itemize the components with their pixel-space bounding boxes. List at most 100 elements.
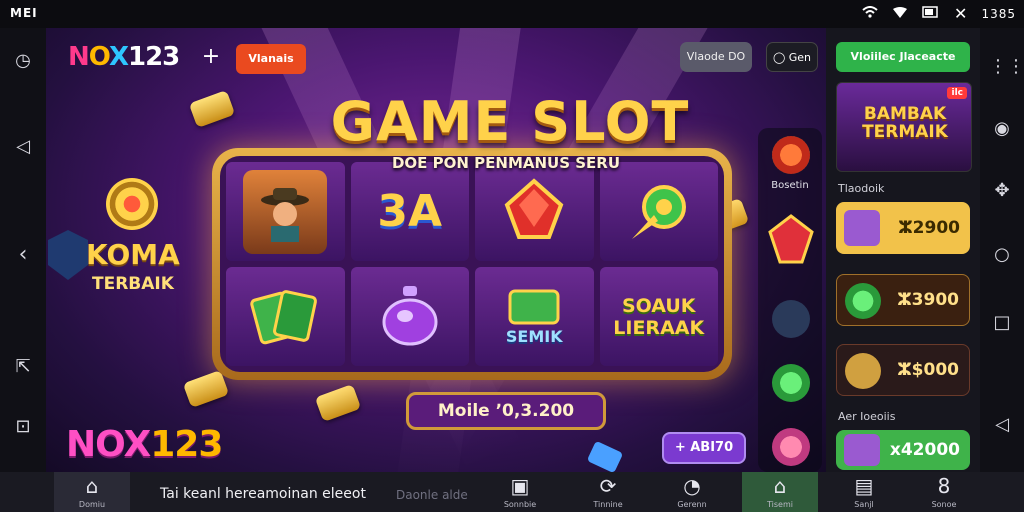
news-ticker: Tai keanl hereamoinan eleeot bbox=[160, 486, 366, 502]
nav-item-home[interactable]: ⌂ Domiu bbox=[54, 472, 130, 512]
fish-icon[interactable] bbox=[772, 300, 810, 338]
add-credit-button[interactable]: + ABI70 bbox=[662, 432, 746, 464]
balance-display: Moile ʼ0,3.200 bbox=[406, 392, 606, 430]
gold-coin bbox=[188, 89, 236, 129]
status-right-icons: ✕ 1385 bbox=[862, 4, 1016, 23]
nav-label: Tinnine bbox=[593, 500, 623, 509]
wifi-icon bbox=[862, 5, 878, 22]
side-panel: Vloiilec Jlaceacte ilc BAMBAK TERMAIK Tl… bbox=[826, 28, 980, 472]
nox-bottom-logo: NOX123 bbox=[66, 424, 223, 465]
left-sidebar: ◷ ◁ ‹ ⇱ ⊡ bbox=[0, 28, 46, 472]
orange-action-button[interactable]: Vlanais bbox=[236, 44, 306, 74]
reel-label: SEMIK bbox=[505, 327, 563, 346]
green-cards-symbol bbox=[243, 275, 327, 359]
news-ticker-secondary: Daonle alde bbox=[396, 488, 468, 502]
nav-item-refresh[interactable]: ⟳ Tinnine bbox=[570, 472, 646, 512]
green-sword-symbol bbox=[617, 170, 701, 254]
reel-cell[interactable] bbox=[350, 267, 469, 366]
ruby-icon[interactable] bbox=[766, 214, 816, 270]
reel-cell[interactable] bbox=[226, 162, 345, 261]
promo-banner[interactable]: ilc BAMBAK TERMAIK bbox=[836, 82, 972, 172]
reel-text-symbol: SOAUK LIERAAK bbox=[613, 294, 705, 339]
gamepad-icon[interactable]: ✥ bbox=[989, 178, 1015, 204]
nav-label: Domiu bbox=[78, 500, 106, 509]
nav-item-inbox[interactable]: ▣ Sonnbie bbox=[482, 472, 558, 512]
nav-item-notification[interactable]: ◔ Gerenn bbox=[654, 472, 730, 512]
reward-card[interactable]: ⵣ2900 bbox=[836, 202, 970, 254]
banner-line-2: TERMAIK bbox=[862, 122, 948, 142]
back-icon[interactable]: ◁ bbox=[989, 412, 1015, 438]
share-icon[interactable]: ⇱ bbox=[10, 354, 36, 380]
green-chest-symbol: SEMIK bbox=[492, 275, 576, 359]
reward-value: x42000 bbox=[889, 440, 960, 460]
notification-icon: ◔ bbox=[683, 474, 701, 498]
signal-icon bbox=[892, 6, 908, 22]
game-subtitle: DOE PON PENMANUS SERU bbox=[391, 154, 621, 172]
slot-frame: 3A SEMIK SOAUK LIERAAK bbox=[212, 148, 732, 380]
gray-action-button[interactable]: Vlaode DO bbox=[680, 42, 752, 72]
status-bar: MEI ✕ 1385 bbox=[0, 0, 1024, 28]
nav-item-number[interactable]: 8 Sonoe bbox=[906, 472, 982, 512]
bottom-navigation: ⌂ Domiu Tai keanl hereamoinan eleeot Dao… bbox=[0, 472, 1024, 512]
dark-action-button[interactable]: ◯ Gen bbox=[766, 42, 818, 72]
promo-koma: KOMA bbox=[86, 238, 180, 271]
inbox-icon: ▣ bbox=[510, 474, 530, 498]
adventurer-symbol bbox=[243, 169, 328, 254]
status-left-text: MEI bbox=[10, 6, 38, 20]
close-icon[interactable]: ✕ bbox=[954, 4, 967, 23]
reel-cell[interactable] bbox=[599, 162, 718, 261]
right-sidebar: ⋮⋮ ◉ ✥ ○ □ ◁ bbox=[980, 28, 1024, 472]
game-title: GAME SLOT bbox=[330, 90, 690, 153]
reward-value: ⵣ3900 bbox=[897, 290, 959, 310]
nav-item-gift[interactable]: ▤ Sanjl bbox=[826, 472, 902, 512]
section-label: Aer Ioeoiis bbox=[838, 410, 896, 423]
camera-icon[interactable]: ⊡ bbox=[10, 414, 36, 440]
status-time: 1385 bbox=[981, 6, 1016, 21]
number-icon: 8 bbox=[937, 474, 951, 498]
section-label: Tlaodoik bbox=[838, 182, 885, 195]
nav-item-store[interactable]: ⌂ Tisemi bbox=[742, 472, 818, 512]
home-icon: ⌂ bbox=[85, 474, 99, 498]
feature-label: Bosetin bbox=[771, 180, 809, 191]
settings-icon[interactable]: ⋮⋮ bbox=[989, 54, 1024, 80]
nav-label: Sonnbie bbox=[503, 500, 537, 509]
spin-wheel-icon[interactable] bbox=[772, 136, 810, 174]
reel-cell[interactable] bbox=[475, 162, 594, 261]
panel-top-button[interactable]: Vloiilec Jlaceacte bbox=[836, 42, 970, 72]
add-button[interactable]: + bbox=[194, 42, 228, 74]
home-circle-icon[interactable]: ○ bbox=[989, 242, 1015, 268]
slot-reels: 3A SEMIK SOAUK LIERAAK bbox=[220, 156, 724, 372]
reward-value: ⵣ2900 bbox=[898, 218, 960, 238]
coins-icon bbox=[845, 353, 881, 389]
character-thumbnail bbox=[844, 434, 880, 466]
chevron-left-icon[interactable]: ‹ bbox=[10, 242, 36, 268]
reward-card[interactable]: x42000 bbox=[836, 430, 970, 470]
chat-icon[interactable]: ◉ bbox=[989, 116, 1015, 142]
square-icon[interactable]: □ bbox=[989, 310, 1015, 336]
reward-card[interactable]: ⵣ$000 bbox=[836, 344, 970, 396]
reward-card[interactable]: ⵣ3900 bbox=[836, 274, 970, 326]
green-key-icon bbox=[845, 283, 881, 319]
nav-label: Gerenn bbox=[677, 500, 707, 509]
red-crystal-symbol bbox=[492, 170, 576, 254]
gold-coin bbox=[182, 369, 230, 409]
clock-icon[interactable]: ◷ bbox=[10, 48, 36, 74]
reel-cell[interactable]: 3A bbox=[350, 162, 469, 261]
reel-cell[interactable]: SEMIK bbox=[475, 267, 594, 366]
nav-label: Sanjl bbox=[854, 500, 874, 509]
gold-coin bbox=[314, 383, 362, 423]
pink-orb-icon[interactable] bbox=[772, 428, 810, 466]
back-triangle-icon[interactable]: ◁ bbox=[10, 134, 36, 160]
banner-title: BAMBAK TERMAIK bbox=[845, 105, 965, 141]
game-canvas[interactable]: NOX123 + Vlanais Vlaode DO ◯ Gen KOMA TE… bbox=[46, 28, 826, 472]
number-symbol: 3A bbox=[377, 186, 443, 237]
nav-label: Sonoe bbox=[931, 500, 957, 509]
store-icon: ⌂ bbox=[773, 474, 787, 498]
reel-cell[interactable]: SOAUK LIERAAK bbox=[599, 267, 718, 366]
green-orb-icon[interactable] bbox=[772, 364, 810, 402]
shield-icon bbox=[48, 230, 88, 280]
reel-cell[interactable] bbox=[226, 267, 345, 366]
character-thumbnail bbox=[844, 210, 880, 246]
reward-value: ⵣ$000 bbox=[897, 360, 959, 380]
banner-line-1: BAMBAK bbox=[863, 104, 947, 124]
